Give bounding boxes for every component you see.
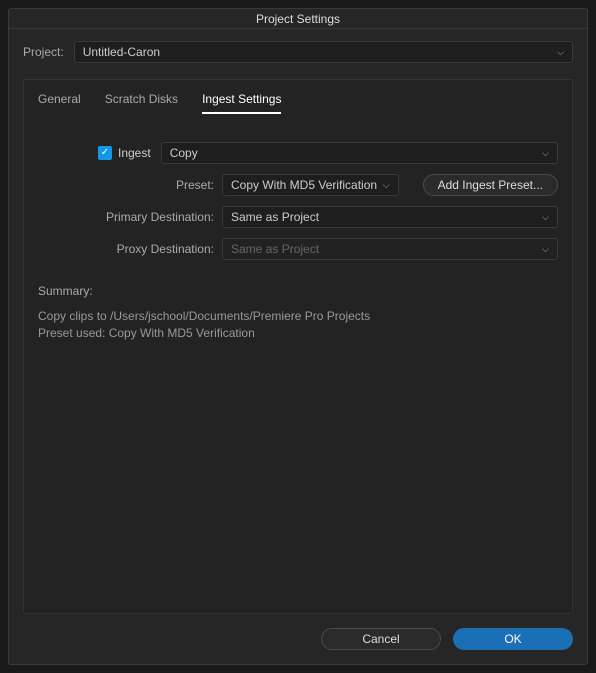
- summary-label: Summary:: [38, 284, 558, 298]
- cancel-label: Cancel: [362, 632, 399, 646]
- project-label: Project:: [23, 45, 64, 59]
- summary-line-2: Preset used: Copy With MD5 Verification: [38, 325, 558, 342]
- ingest-action-value: Copy: [170, 146, 198, 160]
- ok-button[interactable]: OK: [453, 628, 573, 650]
- ingest-toggle-row: ✓ Ingest Copy ⌵: [38, 142, 558, 164]
- ingest-tab-content: ✓ Ingest Copy ⌵ Preset: Copy With MD5 Ve…: [24, 118, 572, 352]
- preset-row: Preset: Copy With MD5 Verification ⌵ Add…: [38, 174, 558, 196]
- project-row: Project: Untitled-Caron ⌵: [23, 41, 573, 63]
- preset-select[interactable]: Copy With MD5 Verification ⌵: [222, 174, 399, 196]
- chevron-down-icon: ⌵: [383, 180, 390, 191]
- primary-destination-row: Primary Destination: Same as Project ⌵: [38, 206, 558, 228]
- project-settings-dialog: Project Settings Project: Untitled-Caron…: [8, 8, 588, 665]
- dialog-titlebar: Project Settings: [9, 9, 587, 29]
- proxy-destination-select: Same as Project ⌵: [222, 238, 558, 260]
- cancel-button[interactable]: Cancel: [321, 628, 441, 650]
- preset-label: Preset:: [38, 178, 222, 192]
- dialog-title: Project Settings: [256, 12, 340, 26]
- tab-bar: General Scratch Disks Ingest Settings: [24, 80, 572, 118]
- dialog-body: Project: Untitled-Caron ⌵ General Scratc…: [9, 29, 587, 664]
- add-ingest-preset-button[interactable]: Add Ingest Preset...: [423, 174, 558, 196]
- proxy-destination-label: Proxy Destination:: [38, 242, 222, 256]
- ingest-action-select[interactable]: Copy ⌵: [161, 142, 558, 164]
- project-select[interactable]: Untitled-Caron ⌵: [74, 41, 573, 63]
- primary-destination-select[interactable]: Same as Project ⌵: [222, 206, 558, 228]
- summary-block: Summary: Copy clips to /Users/jschool/Do…: [38, 284, 558, 342]
- summary-line-1: Copy clips to /Users/jschool/Documents/P…: [38, 308, 558, 325]
- tab-ingest-settings[interactable]: Ingest Settings: [202, 92, 281, 114]
- chevron-down-icon: ⌵: [542, 212, 549, 223]
- ok-label: OK: [504, 632, 521, 646]
- preset-value: Copy With MD5 Verification: [231, 178, 377, 192]
- button-bar: Cancel OK: [23, 628, 573, 654]
- primary-destination-label: Primary Destination:: [38, 210, 222, 224]
- chevron-down-icon: ⌵: [542, 244, 549, 255]
- project-value: Untitled-Caron: [83, 45, 160, 59]
- add-ingest-preset-label: Add Ingest Preset...: [438, 178, 543, 192]
- proxy-destination-row: Proxy Destination: Same as Project ⌵: [38, 238, 558, 260]
- tab-scratch-disks[interactable]: Scratch Disks: [105, 92, 178, 114]
- proxy-destination-value: Same as Project: [231, 242, 319, 256]
- settings-panel: General Scratch Disks Ingest Settings ✓ …: [23, 79, 573, 614]
- primary-destination-value: Same as Project: [231, 210, 319, 224]
- chevron-down-icon: ⌵: [557, 47, 564, 58]
- tab-general[interactable]: General: [38, 92, 81, 114]
- ingest-checkbox[interactable]: ✓: [98, 146, 112, 160]
- chevron-down-icon: ⌵: [542, 148, 549, 159]
- ingest-checkbox-label: Ingest: [118, 146, 151, 160]
